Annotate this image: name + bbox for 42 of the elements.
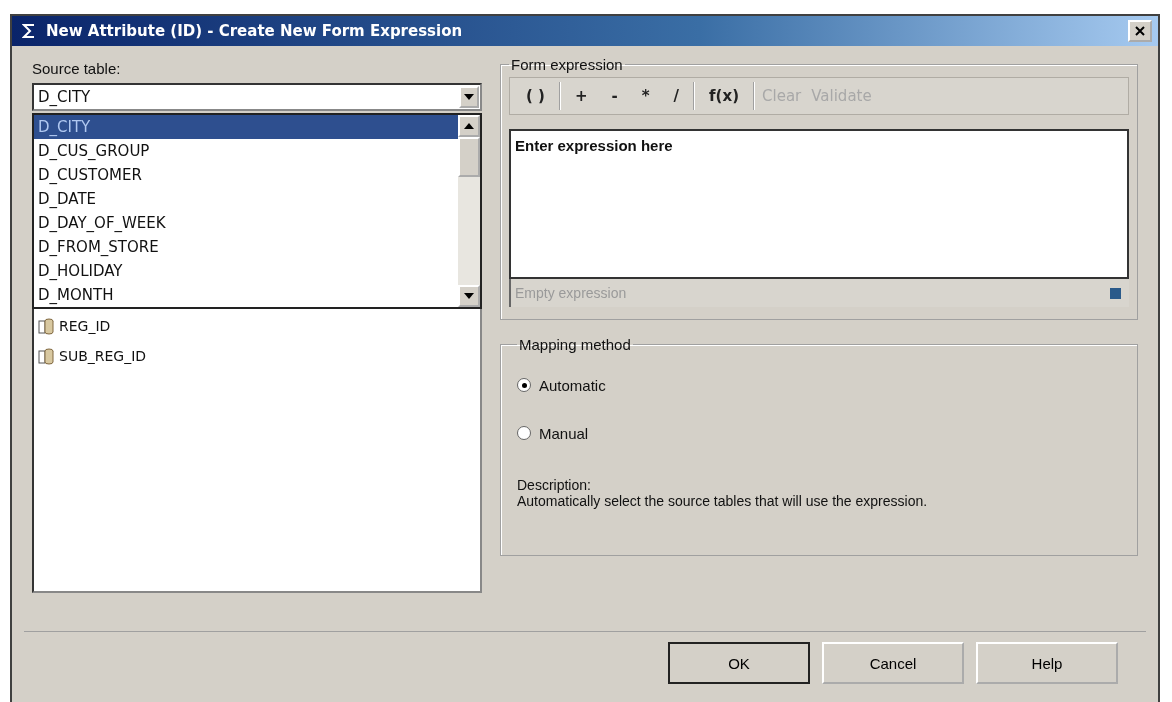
close-icon: [1134, 25, 1146, 37]
toolbar-button[interactable]: +: [564, 83, 598, 109]
scrollbar-thumb[interactable]: [458, 137, 480, 177]
column-icon: [38, 317, 56, 335]
column-name[interactable]: REG_ID: [59, 318, 111, 334]
source-table-label: Source table:: [32, 59, 121, 79]
column-name[interactable]: SUB_REG_ID: [59, 348, 147, 364]
window-title: New Attribute (ID) - Create New Form Expression: [46, 22, 464, 40]
dropdown-option[interactable]: D_CITY: [34, 115, 458, 139]
sigma-icon: [22, 23, 36, 39]
dropdown-option[interactable]: D_MONTH: [34, 283, 458, 307]
radio-button[interactable]: [517, 426, 531, 440]
toolbar-button[interactable]: *: [631, 83, 660, 109]
dropdown-option[interactable]: D_CUS_GROUP: [34, 139, 458, 163]
radio-label[interactable]: Manual: [539, 424, 589, 442]
toolbar-button[interactable]: ( ): [516, 83, 555, 109]
dropdown-option[interactable]: D_FROM_STORE: [34, 235, 458, 259]
scrollbar[interactable]: [458, 115, 480, 307]
scroll-down-icon[interactable]: [464, 293, 474, 299]
dialog-button[interactable]: Help: [976, 642, 1118, 684]
column-icon: [38, 347, 56, 365]
toolbar-button[interactable]: /: [663, 83, 690, 109]
dialog-button[interactable]: OK: [668, 642, 810, 684]
dropdown-option[interactable]: D_DATE: [34, 187, 458, 211]
scroll-up-icon[interactable]: [464, 123, 474, 129]
dropdown-option[interactable]: D_HOLIDAY: [34, 259, 458, 283]
status-indicator-icon: [1110, 287, 1121, 299]
expression-status: Empty expression: [515, 285, 628, 301]
expression-field[interactable]: Enter expression here: [509, 129, 1129, 279]
dropdown-option[interactable]: D_DAY_OF_WEEK: [34, 211, 458, 235]
toolbar-button[interactable]: f(x): [699, 83, 749, 109]
dropdown-option[interactable]: D_CUSTOMER: [34, 163, 458, 187]
toolbar-button[interactable]: -: [601, 83, 628, 109]
close-button[interactable]: [1128, 20, 1152, 42]
description-text: Automatically select the source tables that will use the expression.: [517, 493, 928, 509]
radio-label[interactable]: Automatic: [539, 376, 606, 394]
source-table-dropdown[interactable]: D_CITY: [32, 83, 482, 111]
group-title: Form expression: [510, 56, 624, 73]
radio-button[interactable]: [517, 378, 531, 392]
dialog-button[interactable]: Cancel: [822, 642, 964, 684]
group-title: Mapping method: [518, 336, 632, 353]
description-label: Description:: [517, 477, 591, 493]
